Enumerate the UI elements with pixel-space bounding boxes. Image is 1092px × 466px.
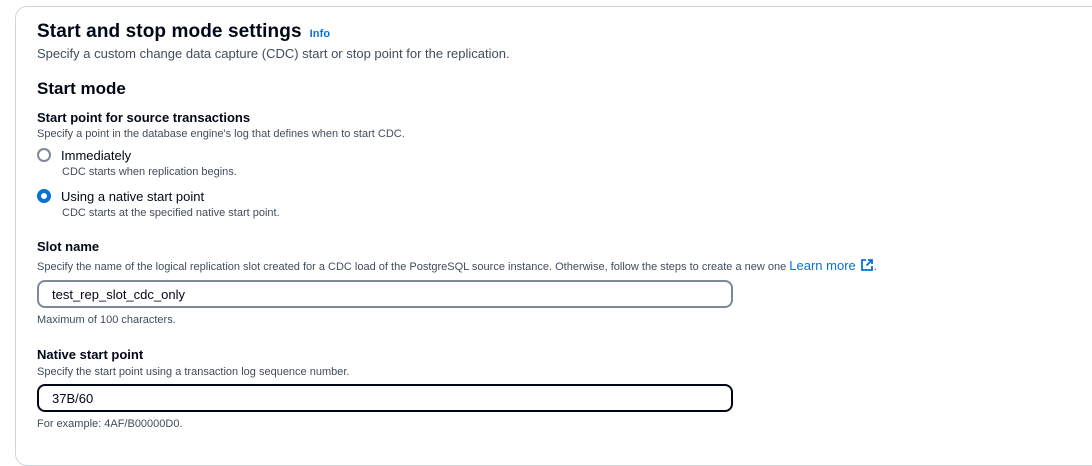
radio-native-start-point[interactable]: Using a native start point (37, 187, 204, 205)
slot-name-constraint: Maximum of 100 characters. (37, 314, 176, 326)
start-mode-heading: Start mode (37, 79, 126, 98)
section-description: Specify a custom change data capture (CD… (37, 46, 510, 61)
radio-immediately-label[interactable]: Immediately (61, 148, 131, 163)
start-point-description: Specify a point in the database engine's… (37, 128, 405, 140)
slot-name-description: Specify the name of the logical replicat… (37, 261, 787, 273)
learn-more-link[interactable]: Learn more (789, 258, 873, 273)
native-start-point-hint: For example: 4AF/B00000D0. (37, 418, 183, 430)
section-title-row: Start and stop mode settings Info (37, 21, 330, 43)
radio-native-start-point-label[interactable]: Using a native start point (61, 189, 204, 204)
radio-native-start-point-circle[interactable] (37, 189, 51, 203)
info-link[interactable]: Info (310, 28, 331, 40)
external-link-icon[interactable] (860, 258, 874, 275)
radio-immediately[interactable]: Immediately (37, 146, 131, 164)
native-start-point-description: Specify the start point using a transact… (37, 366, 350, 378)
radio-immediately-description: CDC starts when replication begins. (62, 166, 237, 178)
slot-name-label: Slot name (37, 239, 100, 254)
radio-native-start-point-description: CDC starts at the specified native start… (62, 207, 280, 219)
native-start-point-input[interactable] (37, 384, 733, 412)
slot-name-description-end: . (873, 261, 877, 273)
slot-name-description-row: Specify the name of the logical replicat… (37, 258, 877, 275)
native-start-point-label: Native start point (37, 347, 144, 362)
learn-more-label[interactable]: Learn more (789, 258, 855, 273)
slot-name-input[interactable] (37, 280, 733, 308)
start-point-label: Start point for source transactions (37, 110, 251, 125)
radio-immediately-circle[interactable] (37, 148, 51, 162)
section-title: Start and stop mode settings (37, 21, 302, 42)
